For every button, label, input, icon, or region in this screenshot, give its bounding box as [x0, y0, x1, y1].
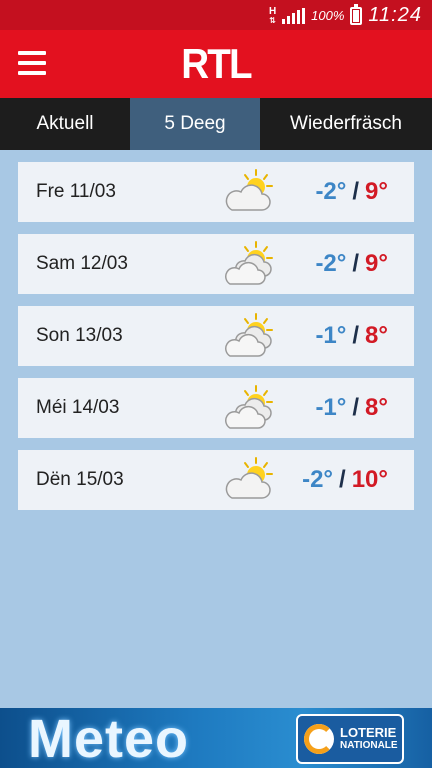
temperature-range: -1° / 8° — [315, 322, 388, 350]
temperature-range: -2° / 9° — [315, 250, 388, 278]
temp-separator: / — [352, 178, 360, 205]
tab-aktuell[interactable]: Aktuell — [0, 98, 130, 150]
tab-5-deeg[interactable]: 5 Deeg — [130, 98, 260, 150]
forecast-row[interactable]: Son 13/03 -1° / 8° — [18, 306, 414, 366]
forecast-row[interactable]: Sam 12/03 -2° / 9° — [18, 234, 414, 294]
rtl-logo: RTL — [181, 40, 252, 87]
temp-separator: / — [339, 466, 346, 493]
loterie-logo-icon — [304, 724, 334, 754]
high-temp: 8° — [365, 394, 388, 421]
temperature-range: -2° / 9° — [315, 178, 388, 206]
low-temp: -2° — [302, 466, 334, 493]
high-temp: 10° — [351, 466, 388, 493]
sponsor-line-1: LOTERIE — [340, 725, 397, 740]
loterie-nationale-logo: LOTERIE NATIONALE — [296, 714, 404, 764]
forecast-day: Sam 12/03 — [36, 253, 128, 274]
sponsor-line-2: NATIONALE — [340, 740, 398, 751]
status-bar: H ⇅ 100% 11:24 — [0, 0, 432, 30]
battery-icon — [350, 3, 363, 25]
forecast-row[interactable]: Fre 11/03 -2° / 9° — [18, 162, 414, 222]
forecast-day: Méi 14/03 — [36, 397, 120, 418]
forecast-row[interactable]: Dën 15/03 -2° / 10° — [18, 450, 414, 510]
forecast-day: Dën 15/03 — [36, 469, 124, 490]
low-temp: -1° — [315, 394, 347, 421]
network-type-indicator: H ⇅ — [268, 5, 277, 25]
temp-separator: / — [352, 394, 360, 421]
tab-wiederfraesch[interactable]: Wiederfräsch — [260, 98, 432, 150]
low-temp: -1° — [315, 322, 347, 349]
forecast-row[interactable]: Méi 14/03 -1° / 8° — [18, 378, 414, 438]
banner-title: Meteo — [28, 709, 190, 768]
clock: 11:24 — [368, 4, 422, 26]
tab-bar: Aktuell 5 Deeg Wiederfräsch — [0, 98, 432, 150]
forecast-list: Fre 11/03 -2° / 9° Sam 12/03 -2° / 9° So… — [18, 162, 414, 522]
forecast-day: Fre 11/03 — [36, 181, 116, 202]
high-temp: 9° — [365, 178, 388, 205]
forecast-day: Son 13/03 — [36, 325, 123, 346]
battery-percent: 100% — [311, 8, 345, 23]
low-temp: -2° — [315, 250, 347, 277]
temperature-range: -1° / 8° — [315, 394, 388, 422]
temperature-range: -2° / 10° — [302, 466, 388, 494]
ad-banner[interactable]: Meteo LOTERIE NATIONALE — [0, 708, 432, 768]
cloudy-sun-icon — [225, 385, 273, 429]
cloudy-sun-icon — [225, 313, 273, 357]
low-temp: -2° — [315, 178, 347, 205]
temp-separator: / — [352, 250, 360, 277]
partly-cloudy-icon — [225, 169, 273, 211]
partly-cloudy-icon — [225, 457, 273, 499]
high-temp: 9° — [365, 250, 388, 277]
signal-icon — [282, 7, 306, 24]
app-bar: RTL — [0, 30, 432, 98]
high-temp: 8° — [365, 322, 388, 349]
temp-separator: / — [352, 322, 360, 349]
cloudy-sun-icon — [225, 241, 273, 285]
